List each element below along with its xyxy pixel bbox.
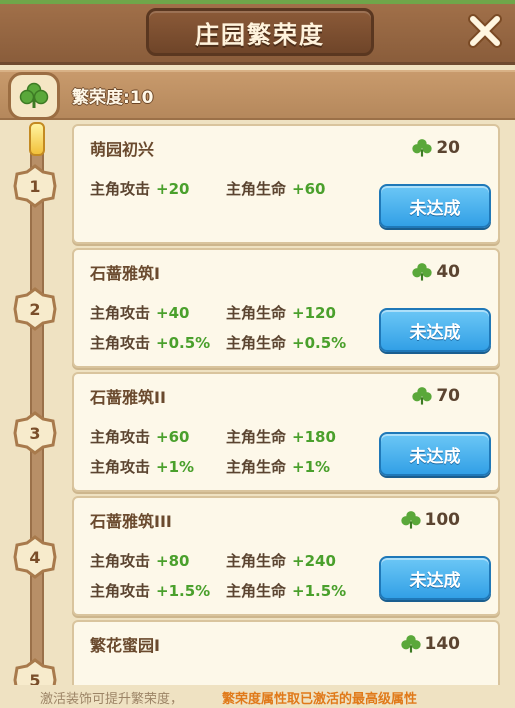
clover-icon [412,263,432,281]
level-number: 3 [29,423,41,443]
stat-row: 主角攻击 +80 主角生命 +240 [90,550,380,571]
level-card-3: 石蔷雅筑II 70 主角攻击 +60 主角生命 +180 主角攻击 +1% 主角生命 +… [72,372,500,492]
stat-row: 主角攻击 +20 主角生命 +60 [90,178,380,199]
stat-row: 主角攻击 +40 主角生命 +120 [90,302,380,323]
unachieved-button[interactable]: 未达成 [379,556,491,600]
level-number: 1 [29,176,41,196]
button-label: 未达成 [409,446,461,467]
level-card-2: 石蔷雅筑I 40 主角攻击 +40 主角生命 +120 主角攻击 +0.5% 主角生命… [72,248,500,368]
stat-row: 主角攻击 +1% 主角生命 +1% [90,456,380,477]
stat-value: +240 [292,552,336,570]
requirement: 100 [400,510,461,530]
level-node-4: 4 [13,535,57,579]
stat-label: 主角攻击 [90,180,151,198]
timeline-track [30,125,44,685]
stat-value: +20 [156,180,190,198]
level-title: 繁花蜜园I [90,636,160,655]
stat-value: +60 [292,180,326,198]
stat-row: 主角攻击 +0.5% 主角生命 +0.5% [90,332,380,353]
prosperity-value: 繁荣度:10 [72,88,154,108]
level-title: 石蔷雅筑III [90,512,172,531]
stat-label: 主角生命 [226,428,287,446]
stat-label: 主角生命 [226,180,287,198]
stat-label: 主角生命 [226,334,287,352]
stat-row: 主角攻击 +1.5% 主角生命 +1.5% [90,580,380,601]
requirement: 40 [411,262,460,282]
close-button[interactable] [464,10,506,52]
requirement-value: 40 [436,262,460,282]
level-node-3: 3 [13,411,57,455]
stat-value: +1% [156,458,195,476]
clover-icon [412,139,432,157]
button-label: 未达成 [409,198,461,219]
stat-value: +180 [292,428,336,446]
stat-value: +60 [156,428,190,446]
requirement: 70 [411,386,460,406]
requirement: 140 [400,634,461,654]
stat-label: 主角攻击 [90,304,151,322]
stat-value: +0.5% [156,334,211,352]
stat-label: 主角生命 [226,582,287,600]
level-card-1: 萌园初兴 20 主角攻击 +20 主角生命 +60 未达成 [72,124,500,244]
close-icon [468,14,502,48]
level-number: 2 [29,299,41,319]
prosperity-badge [8,72,60,120]
level-node-1: 1 [13,164,57,208]
footer-note: 激活装饰可提升繁荣度， [40,692,184,707]
footer-highlight: 繁荣度属性取已激活的最高级属性 [222,692,418,707]
clover-icon [400,511,421,529]
clover-icon [412,387,432,405]
stat-value: +0.5% [292,334,347,352]
timeline-progress [29,122,45,156]
requirement-value: 70 [436,386,460,406]
stat-label: 主角生命 [226,552,287,570]
unachieved-button[interactable]: 未达成 [379,184,491,228]
level-number: 4 [29,547,41,567]
header-grass-strip [0,0,515,4]
clover-icon [400,635,421,653]
page-title: 庄园繁荣度 [195,20,325,49]
level-title: 萌园初兴 [90,140,155,159]
unachieved-button[interactable]: 未达成 [379,432,491,476]
stat-label: 主角攻击 [90,428,151,446]
level-title: 石蔷雅筑II [90,388,166,407]
level-card-4: 石蔷雅筑III 100 主角攻击 +80 主角生命 +240 主角攻击 +1.5% 主… [72,496,500,616]
stat-label: 主角生命 [226,458,287,476]
button-label: 未达成 [409,322,461,343]
clover-icon [19,82,49,108]
stat-value: +40 [156,304,190,322]
requirement: 20 [411,138,460,158]
stat-value: +120 [292,304,336,322]
level-title: 石蔷雅筑I [90,264,160,283]
unachieved-button[interactable]: 未达成 [379,308,491,352]
requirement-value: 100 [424,510,461,530]
requirement-value: 20 [436,138,460,158]
stat-value: +80 [156,552,190,570]
level-card-5: 繁花蜜园I 140 [72,620,500,687]
stat-row: 主角攻击 +60 主角生命 +180 [90,426,380,447]
stat-label: 主角生命 [226,304,287,322]
stat-value: +1% [292,458,331,476]
header-bar: 庄园繁荣度 [0,0,515,65]
stat-label: 主角攻击 [90,334,151,352]
stat-label: 主角攻击 [90,552,151,570]
stat-value: +1.5% [156,582,211,600]
button-label: 未达成 [409,570,461,591]
requirement-value: 140 [424,634,461,654]
level-node-2: 2 [13,287,57,331]
footer-hint: 激活装饰可提升繁荣度， 繁荣度属性取已激活的最高级属性 [0,685,515,708]
stat-value: +1.5% [292,582,347,600]
stat-label: 主角攻击 [90,582,151,600]
stat-label: 主角攻击 [90,458,151,476]
title-plaque: 庄园繁荣度 [146,8,374,56]
